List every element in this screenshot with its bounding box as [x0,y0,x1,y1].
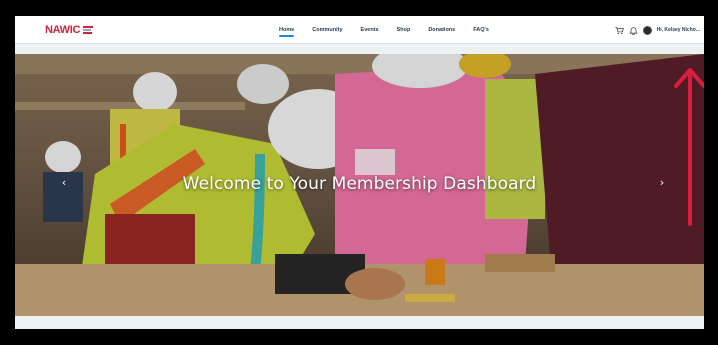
nav-faqs[interactable]: FAQ's [464,16,498,44]
bell-icon[interactable] [628,26,638,35]
screenshot-frame: NAWIC Home Community Events Shop Donatio… [6,7,712,338]
nav-events[interactable]: Events [352,16,388,44]
main-nav: Home Community Events Shop Donations FAQ… [270,16,498,44]
nav-shop[interactable]: Shop [388,16,420,44]
annotation-arrow-icon [674,68,704,226]
cart-icon[interactable] [615,26,624,35]
site-logo[interactable]: NAWIC [45,21,95,39]
nav-home[interactable]: Home [270,16,303,44]
user-greeting[interactable]: Hi, Kelsey Nicho... [657,27,700,33]
nav-community[interactable]: Community [303,16,351,44]
header-utilities: Hi, Kelsey Nicho... [615,16,700,44]
hero-carousel: ‹ › Welcome to Your Membership Dashboard [15,54,704,316]
hero-title: Welcome to Your Membership Dashboard [182,174,537,194]
nav-donations[interactable]: Donations [419,16,464,44]
logo-text: NAWIC [45,24,81,36]
content-area [15,316,704,329]
logo-mark [83,26,94,34]
avatar[interactable] [642,25,652,35]
site-header: NAWIC Home Community Events Shop Donatio… [15,16,704,44]
browser-viewport: NAWIC Home Community Events Shop Donatio… [15,16,704,329]
